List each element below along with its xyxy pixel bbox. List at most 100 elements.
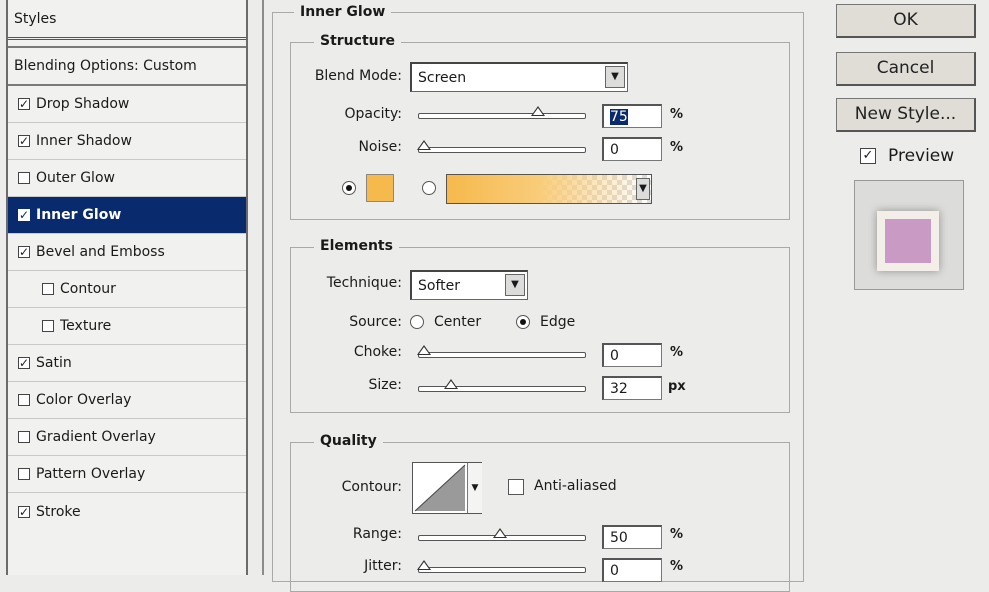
drop-shadow-checkbox[interactable]: ✓ [18,98,30,110]
size-unit: px [668,379,686,394]
jitter-unit: % [670,559,684,574]
source-center-radio[interactable] [410,315,424,329]
cancel-button[interactable]: Cancel [836,52,976,86]
stroke-checkbox[interactable]: ✓ [18,505,30,518]
jitter-slider[interactable] [417,560,586,573]
source-label: Source: [349,314,402,330]
solid-color-radio[interactable] [342,181,356,195]
style-item-label: Contour [60,281,116,297]
style-item-label: Drop Shadow [36,96,130,112]
opacity-input[interactable]: 75 [602,104,662,128]
choke-input[interactable]: 0 [602,343,662,367]
pattern-overlay-checkbox[interactable] [18,468,30,480]
inner-glow-checkbox[interactable]: ✓ [18,209,30,221]
jitter-input[interactable]: 0 [602,558,662,582]
satin-checkbox[interactable]: ✓ [18,357,30,369]
styles-list-panel: Styles Blending Options: Custom ✓ Drop S… [6,0,248,575]
jitter-slider-thumb[interactable] [417,560,431,570]
noise-label: Noise: [358,139,402,155]
jitter-value: 0 [610,563,619,579]
technique-select[interactable]: Softer ▼ [410,270,528,300]
style-item-texture[interactable]: Texture [8,308,246,345]
ok-button[interactable]: OK [836,4,976,38]
elements-title: Elements [314,238,399,254]
style-item-stroke[interactable]: ✓ Stroke [8,493,246,530]
style-item-label: Pattern Overlay [36,466,146,482]
preview-label: Preview [888,146,955,166]
choke-slider-thumb[interactable] [417,345,431,355]
gradient-radio[interactable] [422,181,436,195]
outer-glow-checkbox[interactable] [18,172,30,184]
range-unit: % [670,527,684,542]
texture-checkbox[interactable] [42,320,54,332]
range-slider[interactable] [418,528,586,541]
style-item-label: Bevel and Emboss [36,244,165,260]
new-style-button[interactable]: New Style... [836,98,976,132]
panel-divider [262,0,264,575]
noise-value: 0 [610,142,619,158]
source-edge-radio[interactable] [516,315,530,329]
blend-mode-label: Blend Mode: [314,68,402,84]
size-slider[interactable] [418,379,586,392]
jitter-label: Jitter: [364,558,402,574]
preview-box [854,180,964,290]
style-item-contour[interactable]: Contour [8,271,246,308]
contour-curve-icon [414,464,466,512]
choke-value: 0 [610,348,619,364]
quality-title: Quality [314,433,383,449]
style-item-inner-glow[interactable]: ✓ Inner Glow [8,197,246,234]
styles-header[interactable]: Styles [8,0,246,40]
noise-input[interactable]: 0 [602,137,662,161]
opacity-label: Opacity: [344,106,402,122]
blending-options-item[interactable]: Blending Options: Custom [8,46,246,86]
source-center-label: Center [434,314,482,330]
choke-slider[interactable] [417,345,586,358]
inner-shadow-checkbox[interactable]: ✓ [18,135,30,147]
style-item-outer-glow[interactable]: Outer Glow [8,160,246,197]
size-slider-thumb[interactable] [444,379,459,389]
chevron-down-icon[interactable]: ▼ [636,178,650,200]
gradient-picker[interactable]: ▼ [446,174,652,204]
blend-mode-select[interactable]: Screen ▼ [410,62,628,92]
chevron-down-icon[interactable]: ▼ [467,463,482,513]
style-item-gradient-overlay[interactable]: Gradient Overlay [8,419,246,456]
source-edge-label: Edge [540,314,576,330]
styles-header-label: Styles [14,10,57,27]
chevron-down-icon[interactable]: ▼ [505,274,525,296]
style-item-inner-shadow[interactable]: ✓ Inner Shadow [8,123,246,160]
anti-aliased-checkbox[interactable] [508,479,524,495]
style-item-color-overlay[interactable]: Color Overlay [8,382,246,419]
color-overlay-checkbox[interactable] [18,394,30,406]
range-label: Range: [352,526,402,542]
chevron-down-icon[interactable]: ▼ [605,66,625,88]
opacity-slider-thumb[interactable] [531,106,545,116]
contour-label: Contour: [341,479,402,495]
bevel-emboss-checkbox[interactable]: ✓ [18,246,30,258]
size-input[interactable]: 32 [602,376,662,400]
technique-label: Technique: [326,275,402,291]
contour-picker[interactable]: ▼ [412,462,482,514]
inner-glow-title: Inner Glow [294,4,392,20]
range-value: 50 [610,530,628,546]
noise-unit: % [670,140,684,155]
noise-slider-thumb[interactable] [417,140,431,150]
size-value: 32 [610,381,628,397]
style-item-label: Gradient Overlay [36,429,156,445]
range-input[interactable]: 50 [602,525,662,549]
glow-color-swatch[interactable] [366,174,394,202]
contour-checkbox[interactable] [42,283,54,295]
gradient-overlay-checkbox[interactable] [18,431,30,443]
noise-slider[interactable] [417,140,586,153]
style-item-pattern-overlay[interactable]: Pattern Overlay [8,456,246,493]
style-item-satin[interactable]: ✓ Satin [8,345,246,382]
style-item-drop-shadow[interactable]: ✓ Drop Shadow [8,86,246,123]
style-item-label: Satin [36,355,72,371]
structure-title: Structure [314,33,402,49]
style-item-bevel-emboss[interactable]: ✓ Bevel and Emboss [8,234,246,271]
technique-value: Softer [418,278,460,294]
opacity-slider[interactable] [418,106,586,119]
preview-frame [877,211,939,271]
preview-checkbox[interactable]: ✓ [860,148,876,164]
range-slider-thumb[interactable] [493,528,507,538]
style-item-label: Outer Glow [36,170,115,186]
